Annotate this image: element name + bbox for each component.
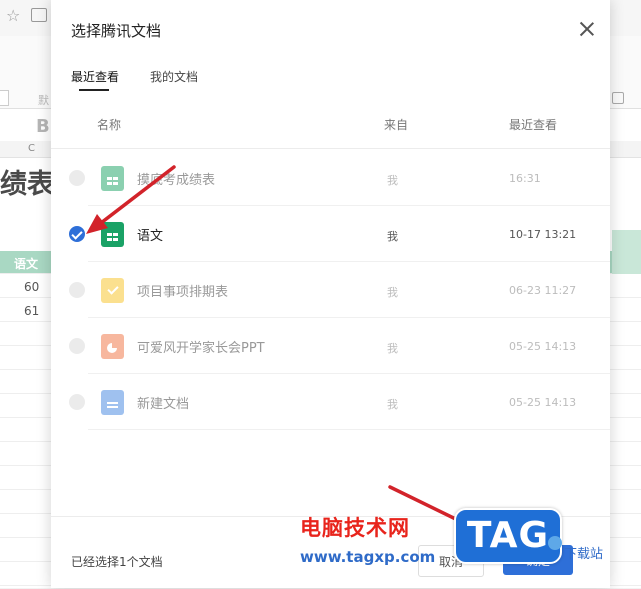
watermark-url: www.tagxp.com: [300, 548, 436, 566]
tag-logo-text: TAG: [466, 515, 550, 556]
corner-watermark-text: 下载站: [564, 547, 604, 562]
corner-logo-icon: [548, 536, 562, 550]
annotation-arrow-to-row: [86, 165, 176, 234]
tag-logo: TAG: [454, 508, 562, 564]
annotation-arrows: [86, 165, 482, 534]
watermark-title: 电脑技术网: [300, 516, 410, 540]
